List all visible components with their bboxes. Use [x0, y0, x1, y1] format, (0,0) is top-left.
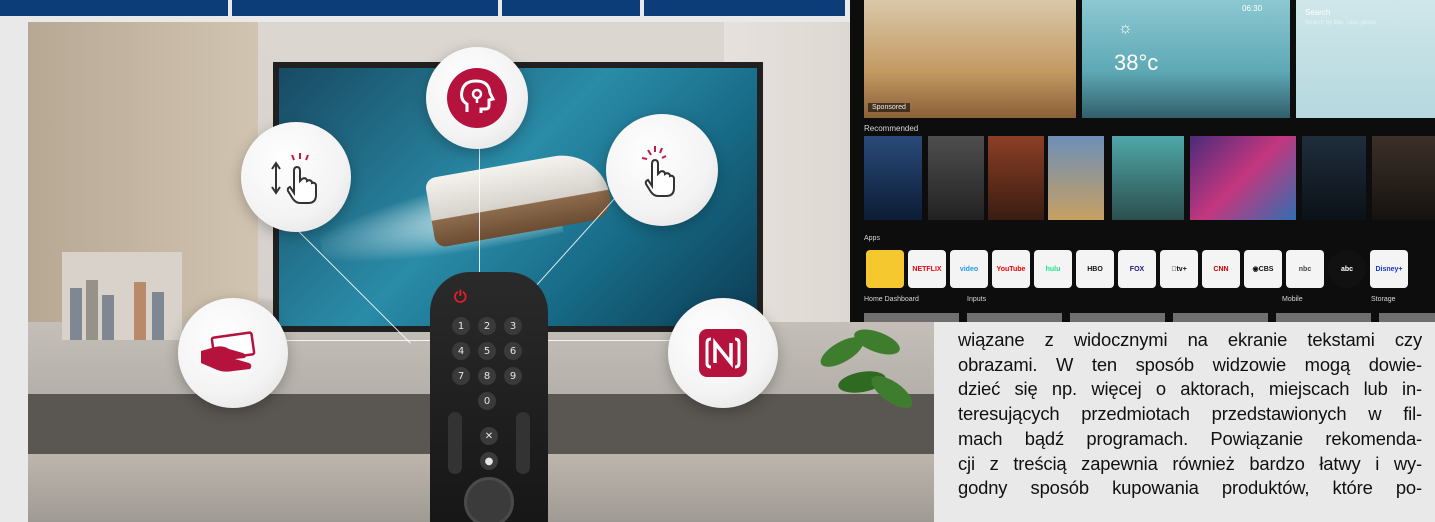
webos-home-screenshot: Sponsored ☼ 38°c 06:30 Search Search by … — [850, 0, 1435, 322]
book — [102, 295, 114, 340]
speedboat — [424, 147, 614, 249]
mute-icon: ✕ — [480, 427, 498, 445]
home-dashboard-label: Home Dashboard — [864, 296, 919, 303]
power-icon: ⏻ — [454, 287, 467, 306]
text-line: dzieć się np. więcej o aktorach, miejsca… — [958, 378, 1422, 400]
book — [134, 282, 146, 340]
volume-rocker — [448, 412, 462, 474]
remote-key: 0 — [478, 392, 496, 410]
article-paragraph: wiązane z widocznymi na ekranie tekstami… — [958, 328, 1422, 501]
dashboard-bar — [1276, 313, 1371, 322]
remote-key: 4 — [452, 342, 470, 360]
book — [70, 288, 82, 340]
remote-key: 2 — [478, 317, 496, 335]
remote-key: 9 — [504, 367, 522, 385]
app-tile: HBO — [1076, 250, 1114, 288]
book — [152, 292, 164, 340]
app-tile: Disney+ — [1370, 250, 1408, 288]
plant — [808, 322, 918, 452]
app-tile: hulu — [1034, 250, 1072, 288]
remote-key: 6 — [504, 342, 522, 360]
search-label: Search — [1305, 8, 1331, 17]
storage-label: Storage — [1371, 296, 1396, 303]
dashboard-bar — [967, 313, 1062, 322]
dashboard-bar — [1379, 313, 1435, 322]
mobile-label: Mobile — [1282, 296, 1303, 303]
recommended-tile — [1048, 136, 1104, 220]
text-line: wiązane z widocznymi na ekranie tekstami… — [958, 329, 1422, 350]
recommended-tile — [864, 136, 922, 220]
sponsored-banner — [864, 0, 1076, 118]
leaf — [866, 370, 918, 414]
app-tile: NETFLIX — [908, 250, 946, 288]
sponsored-label: Sponsored — [868, 103, 910, 112]
recommended-tile — [1190, 136, 1296, 220]
search-hint: Search by title, cast, genre — [1305, 20, 1377, 26]
scroll-wheel — [464, 477, 514, 522]
temperature: 38°c — [1114, 50, 1159, 75]
app-tile:  tv+ — [1160, 250, 1198, 288]
channel-rocker — [516, 412, 530, 474]
text-line: teresujących przedmiotach przedstawionyc… — [958, 403, 1422, 425]
scroll-touch-icon — [241, 122, 351, 232]
magic-remote: ⏻ 1 2 3 4 5 6 7 8 9 0 ✕ ● — [430, 272, 548, 522]
pointer-click-icon — [606, 114, 718, 226]
app-tile: nbc — [1286, 250, 1324, 288]
recommended-tile — [1372, 136, 1435, 220]
search-card — [1296, 0, 1435, 118]
apps-label: Apps — [864, 235, 880, 242]
sun-icon: ☼ — [1118, 20, 1133, 37]
header-divider — [228, 0, 232, 16]
app-tile: YouTube — [992, 250, 1030, 288]
dashboard-bar — [1173, 313, 1268, 322]
book — [86, 280, 98, 340]
text-line: godny sposób kupowania produktów, które … — [958, 477, 1422, 499]
remote-key: 1 — [452, 317, 470, 335]
app-tile: FOX — [1118, 250, 1156, 288]
app-tile: video — [950, 250, 988, 288]
remote-key: 5 — [478, 342, 496, 360]
recommended-tile — [928, 136, 984, 220]
app-tile: ◉CBS — [1244, 250, 1282, 288]
inputs-label: Inputs — [967, 296, 987, 303]
text-line: cji z treścią zapewnia również bardzo ła… — [958, 452, 1422, 474]
header-divider — [498, 0, 502, 16]
dashboard-bar — [864, 313, 959, 322]
recommended-label: Recommended — [864, 124, 919, 133]
remote-key: 3 — [504, 317, 522, 335]
header-divider — [640, 0, 644, 16]
recommended-tile — [1302, 136, 1366, 220]
connector-line — [479, 132, 480, 292]
leaf — [851, 324, 903, 360]
app-tile: abc — [1328, 250, 1366, 288]
product-photo: ⏻ 1 2 3 4 5 6 7 8 9 0 ✕ ● — [28, 22, 934, 522]
app-tile: CNN — [1202, 250, 1240, 288]
nfc-icon — [668, 298, 778, 408]
remote-key: 8 — [478, 367, 496, 385]
remote-key: 7 — [452, 367, 470, 385]
clock: 06:30 — [1242, 4, 1263, 13]
recommended-tile — [1112, 136, 1184, 220]
app-tile-store — [866, 250, 904, 288]
header-band — [0, 0, 845, 16]
text-line: obrazami. W ten sposób widzowie mogą dow… — [958, 353, 1422, 375]
voice-recognition-icon — [426, 47, 528, 149]
dashboard-bar — [1070, 313, 1165, 322]
recommended-tile — [988, 136, 1044, 220]
mic-icon: ● — [480, 452, 498, 470]
text-line: mach bądź programach. Powiązanie rekomen… — [958, 427, 1422, 449]
bookshelf — [62, 252, 182, 340]
payment-card-icon — [178, 298, 288, 408]
